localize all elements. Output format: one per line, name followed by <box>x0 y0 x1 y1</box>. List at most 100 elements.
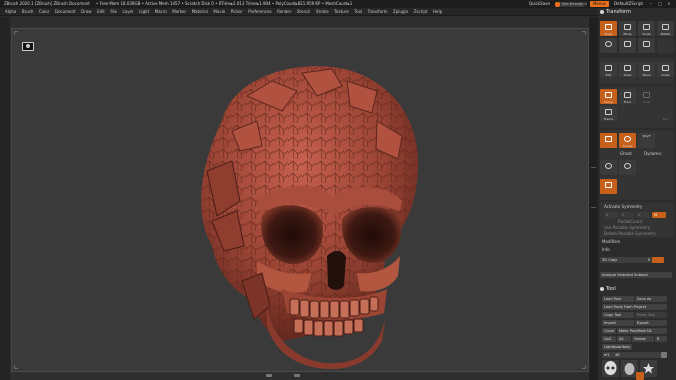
persp-button[interactable]: Persp <box>600 89 617 104</box>
menu-stroke[interactable]: Stroke <box>316 8 329 15</box>
solo-button[interactable] <box>600 133 617 148</box>
xyz-button[interactable]: Xyz <box>657 106 674 121</box>
menu-stencil[interactable]: Stencil <box>297 8 311 15</box>
see-through-slider[interactable]: See-through 0 <box>554 1 587 7</box>
menu-edit[interactable]: Edit <box>97 8 105 15</box>
document-canvas[interactable] <box>11 28 589 372</box>
minimize-icon[interactable]: – <box>648 1 654 7</box>
ghost-label: Ghost <box>620 151 632 156</box>
frame-row: Frame Xyz <box>600 106 674 121</box>
menu-alpha[interactable]: Alpha <box>5 8 16 15</box>
bottom-handle-icon[interactable] <box>294 374 300 377</box>
modifiers-label[interactable]: Modifiers <box>602 239 620 244</box>
menu-transform[interactable]: Transform <box>368 8 388 15</box>
make-polymesh3d-button[interactable]: Make PolyMesh3D <box>617 328 667 334</box>
rotate-button[interactable]: Rotate <box>657 21 674 36</box>
sym-y-button[interactable]: Y <box>620 212 634 218</box>
snapshot-button[interactable] <box>638 38 655 53</box>
close-icon[interactable]: × <box>666 1 672 7</box>
paste-tool-button[interactable]: Paste Tool <box>635 312 667 318</box>
menu-zplugin[interactable]: Zplugin <box>393 8 408 15</box>
save-as-button[interactable]: Save As <box>635 296 667 302</box>
import-button[interactable]: Import <box>602 320 634 326</box>
menu-document[interactable]: Document <box>55 8 76 15</box>
scale-button[interactable]: Scale <box>638 21 655 36</box>
menu-tool[interactable]: Tool <box>354 8 362 15</box>
menu-render[interactable]: Render <box>277 8 291 15</box>
3d-copy-slider[interactable]: 3D Copy 5 <box>600 257 664 263</box>
radial-count-label[interactable]: RadialCount <box>618 219 642 224</box>
menu-color[interactable]: Color <box>39 8 49 15</box>
menu-picker[interactable]: Picker <box>231 8 243 15</box>
tool-slider[interactable]: ef1 48 <box>602 352 667 358</box>
scale-icon <box>662 65 669 71</box>
use-posable-symmetry[interactable]: Use Posable Symmetry <box>604 225 650 230</box>
tool-palette-header[interactable]: Tool <box>600 285 674 293</box>
slider-knob[interactable] <box>652 257 664 263</box>
goz-all-button[interactable]: All <box>617 336 631 342</box>
button-label: Scale <box>661 73 670 77</box>
polyf-button[interactable]: PolyF <box>638 133 655 148</box>
move-button[interactable]: Move <box>619 21 636 36</box>
goz-visible-button[interactable]: Visible <box>632 336 654 342</box>
sym-x-button[interactable]: X <box>604 212 618 218</box>
floor-button[interactable]: Floor <box>619 89 636 104</box>
menus-toggle-button[interactable]: Menus <box>589 1 610 7</box>
top-shelf <box>11 17 589 28</box>
load-tools-from-project-button[interactable]: Load Tools From Project <box>602 304 667 310</box>
load-tool-button[interactable]: Load Tool <box>602 296 634 302</box>
menu-brush[interactable]: Brush <box>22 8 34 15</box>
activate-symmetry-label[interactable]: Activate Symmetry <box>604 204 642 209</box>
right-shelf-divider[interactable] <box>589 17 598 380</box>
local-button[interactable]: Local <box>638 89 655 104</box>
menu-layer[interactable]: Layer <box>123 8 134 15</box>
menu-light[interactable]: Light <box>139 8 149 15</box>
sphere-button[interactable] <box>619 160 636 175</box>
tool-thumb-skull[interactable] <box>602 360 619 377</box>
default-script-button[interactable]: DefaultZScript <box>614 0 643 8</box>
sym-m-button[interactable]: M <box>652 212 666 218</box>
frame-button[interactable]: Frame <box>600 106 617 121</box>
lightbox-tools-button[interactable]: Lightbox▸Tools <box>602 344 632 350</box>
edit-draw-group: Edit Draw Move Scale <box>600 58 674 84</box>
slider-knob[interactable] <box>661 352 667 358</box>
maximize-icon[interactable]: □ <box>657 1 663 7</box>
sym-z-button[interactable]: Z <box>636 212 650 218</box>
edit-button[interactable]: Edit <box>600 62 617 77</box>
transform-palette-header[interactable]: Transform <box>600 8 674 16</box>
menu-file[interactable]: File <box>110 8 117 15</box>
move-tool-button[interactable]: Move <box>638 62 655 77</box>
button-label: Rotate <box>660 32 671 36</box>
info-label[interactable]: Info <box>602 247 610 252</box>
quicksave-button[interactable]: QuickSave <box>529 0 550 8</box>
skull-sculpt-model[interactable] <box>162 51 442 371</box>
transp-button[interactable]: Transp <box>619 133 636 148</box>
clone-button[interactable]: Clone <box>602 328 616 334</box>
menu-help[interactable]: Help <box>433 8 442 15</box>
menu-macro[interactable]: Macro <box>155 8 167 15</box>
export-button[interactable]: Export <box>635 320 667 326</box>
menu-texture[interactable]: Texture <box>334 8 349 15</box>
menu-material[interactable]: Material <box>192 8 208 15</box>
menu-draw[interactable]: Draw <box>81 8 91 15</box>
menu-preferences[interactable]: Preferences <box>248 8 272 15</box>
copy-tool-button[interactable]: Copy Tool <box>602 312 634 318</box>
half-circle-button[interactable] <box>600 160 617 175</box>
camera-icon[interactable] <box>22 42 34 51</box>
tool-thumb-s[interactable] <box>636 372 644 380</box>
menu-movie[interactable]: Movie <box>213 8 225 15</box>
draw-mode-button[interactable]: Draw <box>600 21 617 36</box>
orbit-button[interactable] <box>600 38 617 53</box>
local-symmetry-button[interactable] <box>600 179 617 194</box>
goz-r-button[interactable]: R <box>655 336 667 342</box>
bottom-handle-icon[interactable] <box>266 374 272 377</box>
menu-marker[interactable]: Marker <box>172 8 186 15</box>
goz-button[interactable]: GoZ <box>602 336 616 342</box>
scale-tool-button[interactable]: Scale <box>657 62 674 77</box>
menu-zscript[interactable]: Zscript <box>414 8 428 15</box>
zoom-button[interactable] <box>619 38 636 53</box>
analyze-subtool-button[interactable]: Analyze Selected Subtool <box>600 272 672 278</box>
draw-button[interactable]: Draw <box>619 62 636 77</box>
symmetry-group: Activate Symmetry X Y Z M RadialCount Us… <box>600 202 674 238</box>
delete-posable-symmetry[interactable]: Delete Posable Symmetry <box>604 231 656 236</box>
